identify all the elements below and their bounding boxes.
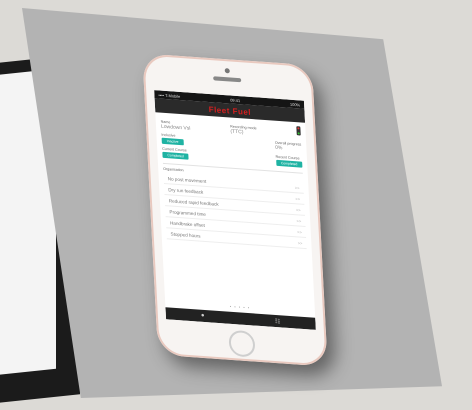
phone-mockup: •••• T-Mobile 09:41 100% Fleet Fuel Name… — [142, 53, 328, 367]
home-button[interactable] — [228, 329, 256, 358]
list-item-label: Reduced rapid feedback — [168, 197, 219, 207]
app-title: Fleet Fuel — [208, 104, 252, 117]
camera-icon — [224, 68, 230, 74]
clock-text: 09:41 — [229, 96, 241, 103]
carrier-text: •••• T-Mobile — [158, 91, 181, 99]
list-item-label: Programmed time — [169, 208, 207, 217]
app-screen: •••• T-Mobile 09:41 100% Fleet Fuel Name… — [154, 90, 316, 330]
grid-icon[interactable]: ☷ — [275, 317, 281, 324]
list-item-label: No post movement — [167, 175, 207, 184]
organisation-list: No post movement >> Dry run feedback >> … — [163, 172, 307, 250]
chevron-right-icon: >> — [295, 206, 301, 213]
traffic-light-icon — [296, 126, 301, 136]
chevron-right-icon: >> — [297, 239, 303, 246]
chevron-right-icon: >> — [295, 195, 301, 202]
battery-text: 100% — [289, 101, 301, 107]
vehicle-details: Name Lowdown Vsl Recording mode (TTC) In… — [155, 112, 312, 253]
list-item-label: Handbrake offset — [169, 219, 205, 228]
list-item-label: Stopped hours — [170, 230, 201, 239]
speaker-grille — [213, 76, 242, 83]
chevron-right-icon: >> — [297, 228, 302, 235]
chevron-right-icon: >> — [296, 217, 302, 224]
current-course-badge[interactable]: Completed — [162, 151, 190, 160]
recent-course-badge[interactable]: Completed — [275, 159, 303, 168]
chevron-right-icon: >> — [294, 184, 300, 191]
list-item-label: Dry run feedback — [168, 186, 204, 195]
home-icon[interactable]: ● — [201, 313, 205, 319]
phone-body: •••• T-Mobile 09:41 100% Fleet Fuel Name… — [142, 53, 328, 367]
